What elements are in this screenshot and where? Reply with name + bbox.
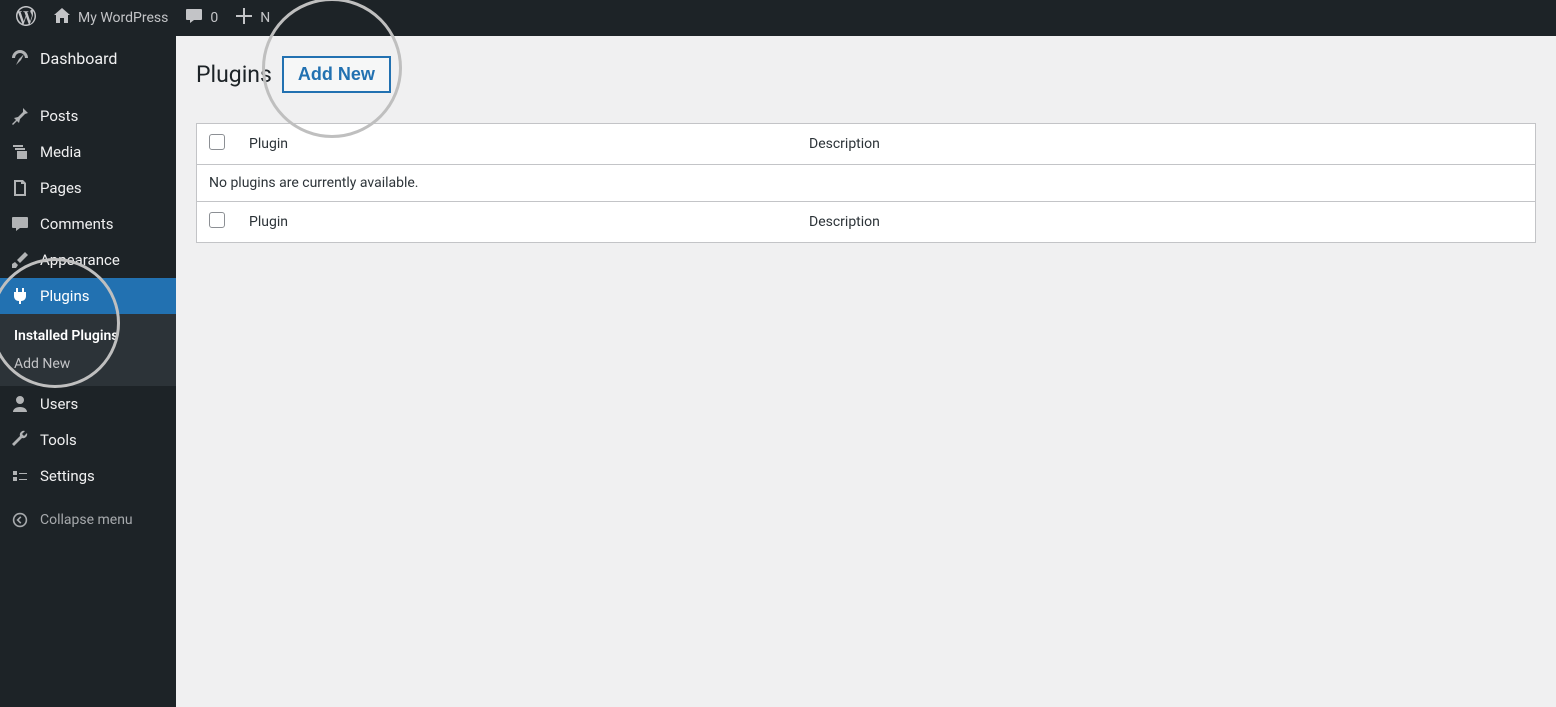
sidebar-item-tools[interactable]: Tools xyxy=(0,422,176,458)
sidebar-label-dashboard: Dashboard xyxy=(40,49,117,68)
plus-icon xyxy=(234,6,254,30)
brush-icon xyxy=(10,250,30,270)
comment-icon xyxy=(10,214,30,234)
pin-icon xyxy=(10,106,30,126)
new-label: N xyxy=(260,10,270,26)
page-icon xyxy=(10,178,30,198)
sidebar-item-pages[interactable]: Pages xyxy=(0,170,176,206)
page-title: Plugins xyxy=(196,61,272,88)
sidebar-item-plugins[interactable]: Plugins xyxy=(0,278,176,314)
sidebar-label-media: Media xyxy=(40,143,81,161)
table-header-row: Plugin Description xyxy=(197,124,1536,165)
sidebar-label-tools: Tools xyxy=(40,431,77,449)
sidebar-item-media[interactable]: Media xyxy=(0,134,176,170)
home-icon xyxy=(52,6,72,30)
sidebar-label-appearance: Appearance xyxy=(40,251,120,269)
sidebar-item-users[interactable]: Users xyxy=(0,386,176,422)
wp-logo-menu[interactable] xyxy=(8,0,44,36)
sidebar-item-posts[interactable]: Posts xyxy=(0,98,176,134)
col-footer-plugin[interactable]: Plugin xyxy=(237,202,797,243)
plugins-table: Plugin Description No plugins are curren… xyxy=(196,123,1536,243)
select-all-bottom-checkbox[interactable] xyxy=(209,212,225,228)
comments-menu[interactable]: 0 xyxy=(176,0,226,36)
sidebar-label-users: Users xyxy=(40,395,78,413)
comment-icon xyxy=(184,6,204,30)
add-new-button[interactable]: Add New xyxy=(282,56,391,93)
submenu-add-new[interactable]: Add New xyxy=(0,350,176,378)
sidebar-label-posts: Posts xyxy=(40,107,78,125)
col-footer-description[interactable]: Description xyxy=(797,202,1536,243)
new-content-menu[interactable]: N xyxy=(226,0,278,36)
collapse-label: Collapse menu xyxy=(40,512,133,528)
col-header-plugin[interactable]: Plugin xyxy=(237,124,797,165)
comments-count: 0 xyxy=(210,10,218,26)
settings-icon xyxy=(10,466,30,486)
main-content: Plugins Add New Plugin Description No pl… xyxy=(176,36,1556,707)
sidebar-label-plugins: Plugins xyxy=(40,287,89,305)
media-icon xyxy=(10,142,30,162)
plugins-submenu: Installed Plugins Add New xyxy=(0,314,176,386)
sidebar-label-comments: Comments xyxy=(40,215,114,233)
site-name-label: My WordPress xyxy=(78,10,168,26)
empty-row: No plugins are currently available. xyxy=(197,165,1536,202)
collapse-menu[interactable]: Collapse menu xyxy=(0,500,176,540)
table-footer-row: Plugin Description xyxy=(197,202,1536,243)
select-all-top-checkbox[interactable] xyxy=(209,134,225,150)
dashboard-icon xyxy=(10,48,30,68)
sidebar-item-comments[interactable]: Comments xyxy=(0,206,176,242)
collapse-icon xyxy=(10,510,30,530)
wordpress-icon xyxy=(16,6,36,30)
admin-bar: My WordPress 0 N xyxy=(0,0,1556,36)
sidebar-item-settings[interactable]: Settings xyxy=(0,458,176,494)
sidebar-label-settings: Settings xyxy=(40,467,95,485)
site-name-menu[interactable]: My WordPress xyxy=(44,0,176,36)
wrench-icon xyxy=(10,430,30,450)
submenu-installed-plugins[interactable]: Installed Plugins xyxy=(0,322,176,350)
admin-sidebar: Dashboard Posts Media Pages Comments App… xyxy=(0,36,176,707)
sidebar-item-appearance[interactable]: Appearance xyxy=(0,242,176,278)
plugin-icon xyxy=(10,286,30,306)
empty-message: No plugins are currently available. xyxy=(197,165,1536,202)
user-icon xyxy=(10,394,30,414)
sidebar-item-dashboard[interactable]: Dashboard xyxy=(0,36,176,80)
col-header-description[interactable]: Description xyxy=(797,124,1536,165)
sidebar-label-pages: Pages xyxy=(40,179,82,197)
page-header: Plugins Add New xyxy=(196,56,1536,93)
